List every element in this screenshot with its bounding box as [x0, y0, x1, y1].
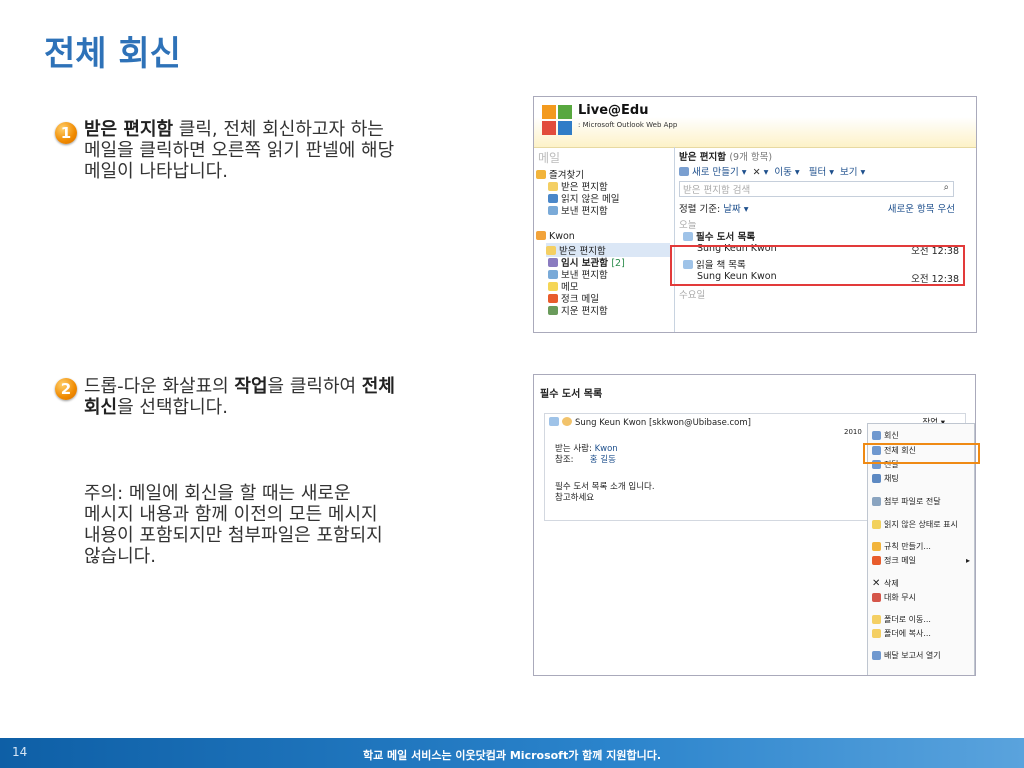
menu-junk[interactable]: 정크 메일 ▸: [872, 555, 970, 566]
step-1-text-a: 클릭, 전체 회신하고자 하는: [173, 119, 384, 140]
menu-chat[interactable]: 채팅: [872, 473, 899, 484]
step-2-text-c: 을 선택합니다.: [117, 397, 228, 418]
footer-bar: 14 학교 메일 서비스는 이웃닷컴과 Microsoft가 함께 지원합니다.: [0, 738, 1024, 768]
note-line-2: 메시지 내용과 함께 이전의 모든 메시지: [84, 504, 378, 525]
step-1-text: 받은 편지함 클릭, 전체 회신하고자 하는 메일을 클릭하면 오른쪽 읽기 판…: [84, 119, 394, 182]
menu-create-rule[interactable]: 규칙 만들기...: [872, 541, 931, 552]
owa-subtitle: : Microsoft Outlook Web App: [578, 121, 678, 129]
new-mail-icon: [679, 167, 689, 176]
tree-mailbox-kwon[interactable]: Kwon: [536, 231, 575, 242]
chat-icon: [872, 474, 881, 483]
junk-icon: [872, 556, 881, 565]
search-input[interactable]: 받은 편지함 검색 ⌕: [679, 181, 954, 197]
mail-icon: [683, 232, 693, 241]
step-1-bold: 받은 편지함: [84, 119, 174, 140]
drafts-count: [2]: [611, 258, 625, 269]
tree-deleted[interactable]: 지운 편지함: [548, 303, 608, 317]
new-button[interactable]: 새로 만들기 ▾: [679, 167, 747, 178]
menu-delivery-report[interactable]: 배달 보고서 열기: [872, 650, 941, 661]
note-text: 주의: 메일에 회신을 할 때는 새로운 메시지 내용과 함께 이전의 모든 메…: [84, 483, 383, 567]
folder-icon: [546, 246, 556, 255]
step-1-badge: 1: [55, 122, 77, 144]
menu-delete[interactable]: ✕ 삭제: [872, 578, 899, 589]
move-button[interactable]: 이동: [774, 167, 791, 178]
menu-copy-folder[interactable]: 폴더에 복사...: [872, 628, 931, 639]
menu-mark-unread[interactable]: 읽지 않은 상태로 표시: [872, 519, 958, 530]
sent-folder-icon: [548, 206, 558, 215]
step-2-bold-c: 회신: [84, 397, 118, 418]
sent-folder-icon: [548, 270, 558, 279]
star-folder-icon: [536, 170, 546, 179]
folder-pane: 메일 즐겨찾기 받은 편지함 읽지 않은 메일 보낸 편지함 Kwon 받은 편…: [534, 147, 675, 332]
note-line-3: 내용이 포함되지만 첨부파일은 포함되지: [84, 525, 383, 546]
sort-bar: 정렬 기준: 날짜 ▾ 새로운 항목 우선: [679, 201, 955, 215]
sender-line: Sung Keun Kwon [skkwon@Ubibase.com]: [549, 417, 751, 428]
junk-icon: [548, 294, 558, 303]
menu-forward-attachment[interactable]: 첨부 파일로 전달: [872, 496, 941, 507]
page-title: 전체 회신: [44, 34, 181, 74]
note-line-4: 않습니다.: [84, 546, 156, 567]
step-2-bold-a: 작업: [234, 376, 268, 397]
sort-label: 정렬 기준:: [679, 204, 721, 215]
tree-sent-fav[interactable]: 보낸 편지함: [548, 203, 608, 217]
footer-text: 학교 메일 서비스는 이웃닷컴과 Microsoft가 함께 지원합니다.: [362, 749, 662, 762]
search-icon[interactable]: ⌕: [944, 182, 949, 193]
unread-icon: [872, 520, 881, 529]
copy-folder-icon: [872, 629, 881, 638]
step-2-text: 드롭-다운 화살표의 작업을 클릭하여 전체 회신을 선택합니다.: [84, 376, 395, 418]
message-list-pane: 받은 편지함 (9개 항목) 새로 만들기 ▾ ✕ ▾ 이동 ▾ 필터 ▾ 보기…: [675, 147, 976, 332]
delete-icon: ✕: [872, 578, 881, 589]
reply-icon: [872, 431, 881, 440]
note-line-1: 주의: 메일에 회신을 할 때는 새로운: [84, 483, 351, 504]
filter-button[interactable]: 필터: [809, 167, 826, 178]
live-edu-logo: [542, 105, 572, 135]
trash-icon: [548, 306, 558, 315]
sort-order[interactable]: 새로운 항목 우선: [888, 201, 955, 215]
cc-recipient[interactable]: 홍 길동: [590, 455, 616, 465]
sort-value[interactable]: 날짜: [723, 204, 740, 215]
message-subject: 필수 도서 목록: [540, 389, 603, 400]
step-2-bold-b: 전체: [361, 376, 395, 397]
menu-reply[interactable]: 회신: [872, 430, 899, 441]
owa-brand: Live@Edu: [578, 103, 649, 118]
report-icon: [872, 651, 881, 660]
move-folder-icon: [872, 615, 881, 624]
owa-header: Live@Edu : Microsoft Outlook Web App: [534, 97, 976, 148]
drafts-icon: [548, 258, 558, 267]
status-icon: [562, 417, 572, 426]
inbox-title: 받은 편지함 (9개 항목): [679, 152, 773, 163]
inbox-count: (9개 항목): [729, 152, 773, 163]
folder-icon: [548, 182, 558, 191]
menu-move-folder[interactable]: 폴더로 이동...: [872, 614, 931, 625]
body-line-2: 참고하세요: [555, 493, 595, 503]
step-2-text-b: 을 클릭하여: [267, 376, 362, 397]
reading-pane-screenshot: 필수 도서 목록 Sung Keun Kwon [skkwon@Ubibase.…: [533, 374, 976, 676]
owa-toolbar: 새로 만들기 ▾ ✕ ▾ 이동 ▾ 필터 ▾ 보기 ▾: [679, 164, 865, 178]
highlight-selected-message: [670, 245, 965, 286]
cc-line: 참조: 홍 길동: [555, 455, 616, 465]
mail-icon: [549, 417, 559, 426]
ignore-icon: [872, 593, 881, 602]
group-wednesday: 수요일: [679, 290, 706, 301]
mail-label: 메일: [538, 151, 561, 165]
message-date: 2010: [844, 428, 862, 436]
unread-icon: [548, 194, 558, 203]
notes-icon: [548, 282, 558, 291]
delete-button[interactable]: ✕: [753, 167, 761, 178]
owa-inbox-screenshot: Live@Edu : Microsoft Outlook Web App 메일 …: [533, 96, 977, 333]
attachment-icon: [872, 497, 881, 506]
step-1-line-2: 메일을 클릭하면 오른쪽 읽기 판넬에 해당: [84, 140, 395, 161]
submenu-arrow-icon: ▸: [965, 556, 970, 565]
rule-icon: [872, 542, 881, 551]
menu-ignore[interactable]: 대화 무시: [872, 592, 916, 603]
view-button[interactable]: 보기: [840, 167, 857, 178]
step-2-text-a: 드롭-다운 화살표의: [84, 376, 235, 397]
step-2-badge: 2: [55, 378, 77, 400]
mailbox-icon: [536, 231, 546, 240]
step-1-line-3: 메일이 나타납니다.: [84, 161, 228, 182]
highlight-reply-all: [863, 443, 980, 464]
